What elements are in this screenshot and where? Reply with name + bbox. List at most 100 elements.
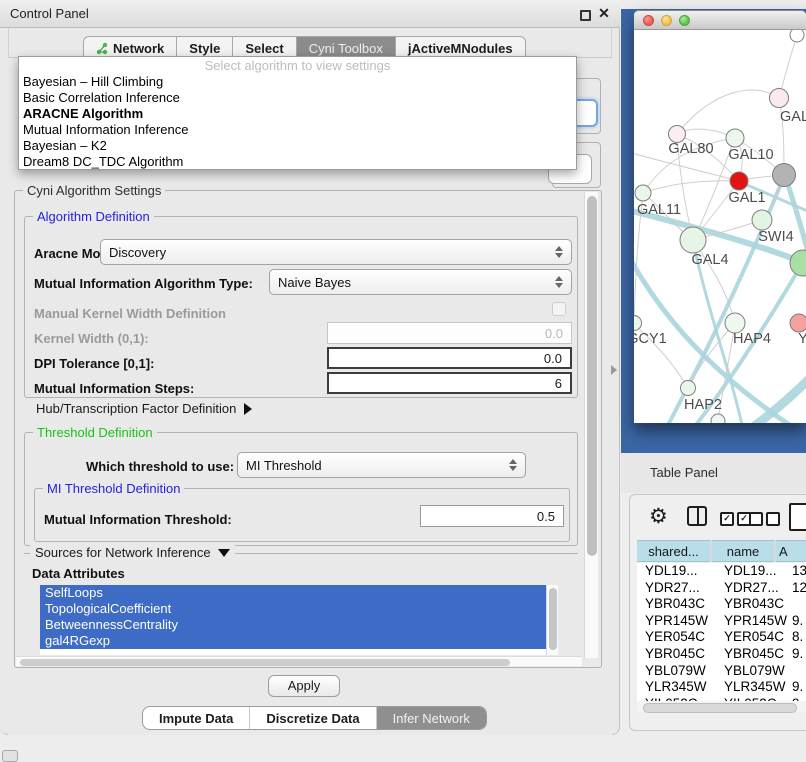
table-header-row: shared...nameA: [637, 540, 806, 562]
table-cell: YBR043C: [720, 596, 788, 613]
zoom-traffic-light[interactable]: [679, 15, 690, 26]
settings-hscrollbar-thumb[interactable]: [20, 659, 510, 666]
table-cell: 9.: [788, 613, 806, 630]
attribute-list-item[interactable]: gal4RGexp: [40, 633, 546, 649]
group-title: Cyni Algorithm Settings: [23, 183, 165, 198]
select-all-checkboxes-icon[interactable]: ✓ ✓: [720, 512, 751, 526]
network-node[interactable]: [635, 185, 651, 201]
dropdown-item[interactable]: ARACNE Algorithm: [19, 106, 576, 122]
network-icon: [96, 42, 108, 55]
table-row[interactable]: YBR043CYBR043C: [637, 596, 806, 613]
which-threshold-select[interactable]: MI Threshold: [237, 452, 526, 478]
panel-splitter-arrow[interactable]: [611, 365, 617, 375]
node-label: GAL10: [728, 147, 773, 163]
document-icon[interactable]: [789, 503, 806, 531]
table-cell: 12: [788, 580, 806, 597]
network-node[interactable]: [681, 381, 696, 396]
kernel-width-label: Kernel Width (0,1):: [34, 331, 149, 346]
aracne-mode-select[interactable]: Discovery: [100, 239, 572, 265]
tab-infer-network[interactable]: Infer Network: [377, 707, 486, 729]
dropdown-item[interactable]: Basic Correlation Inference: [19, 90, 576, 106]
corner-widget-icon[interactable]: [2, 750, 18, 762]
table-hscrollbar-thumb[interactable]: [643, 703, 797, 713]
manual-kernel-width-checkbox[interactable]: [552, 302, 566, 316]
kernel-width-input[interactable]: 0.0: [327, 322, 572, 344]
table-cell: YBL079W: [720, 663, 788, 680]
status-strip: [0, 735, 806, 762]
table-cell: YER054C: [637, 629, 720, 646]
network-node[interactable]: [669, 126, 686, 143]
network-node[interactable]: [790, 30, 804, 42]
tab-discretize-data[interactable]: Discretize Data: [250, 707, 376, 729]
dropdown-item[interactable]: Mutual Information Inference: [19, 122, 576, 138]
network-graph[interactable]: GALGAL80GAL10GAL1GAL11SWI4GAL4GCY1HAP4YH…: [634, 30, 806, 423]
network-window-titlebar[interactable]: [634, 10, 806, 30]
split-columns-icon[interactable]: [687, 506, 707, 526]
table-hscrollbar-track[interactable]: [637, 701, 806, 712]
minimize-traffic-light[interactable]: [661, 15, 672, 26]
settings-scrollbar-thumb[interactable]: [587, 196, 597, 556]
network-view[interactable]: GALGAL80GAL10GAL1GAL11SWI4GAL4GCY1HAP4YH…: [634, 30, 806, 423]
table-row[interactable]: YDR27...YDR27...12: [637, 580, 806, 597]
network-window: GALGAL80GAL10GAL1GAL11SWI4GAL4GCY1HAP4YH…: [634, 10, 806, 423]
network-node[interactable]: [711, 414, 725, 423]
network-node[interactable]: [680, 227, 706, 253]
network-node[interactable]: [773, 164, 796, 187]
network-node[interactable]: [790, 250, 806, 276]
node-label: HAP4: [733, 331, 771, 347]
dropdown-item[interactable]: Bayesian – K2: [19, 138, 576, 154]
attribute-list-item[interactable]: BetweennessCentrality: [40, 617, 546, 633]
dropdown-item[interactable]: Dream8 DC_TDC Algorithm: [19, 154, 576, 170]
tab-impute-data[interactable]: Impute Data: [143, 707, 250, 729]
mi-threshold-label: Mutual Information Threshold:: [44, 512, 232, 527]
close-icon[interactable]: ✕: [596, 5, 612, 23]
dropdown-placeholder: Select algorithm to view settings: [19, 57, 576, 74]
column-header[interactable]: shared...: [637, 540, 710, 562]
tab-label: Network: [113, 41, 164, 56]
network-node[interactable]: [725, 313, 745, 333]
table-row[interactable]: YPR145WYPR145W9.: [637, 613, 806, 630]
attributes-scrollbar-track[interactable]: [546, 585, 558, 655]
network-node[interactable]: [634, 316, 642, 331]
table-cell: 13: [788, 563, 806, 580]
mi-algorithm-type-select[interactable]: Naive Bayes: [269, 269, 572, 295]
column-header[interactable]: name: [712, 540, 774, 562]
network-node[interactable]: [730, 172, 748, 190]
mi-threshold-definition-title: MI Threshold Definition: [43, 481, 184, 496]
table-row[interactable]: YBR045CYBR045C9.: [637, 646, 806, 663]
dropdown-item[interactable]: Bayesian – Hill Climbing: [19, 74, 576, 90]
settings-scrollbar-track[interactable]: [584, 192, 598, 658]
attribute-list-item[interactable]: SelfLoops: [40, 585, 546, 601]
mi-steps-input[interactable]: 6: [327, 372, 572, 394]
algorithm-definition-title: Algorithm Definition: [33, 209, 154, 224]
float-window-icon[interactable]: [580, 10, 591, 21]
cyni-mode-tabbar: Impute DataDiscretize DataInfer Network: [142, 706, 487, 730]
table-row[interactable]: YER054CYER054C8.: [637, 629, 806, 646]
settings-hscrollbar-track[interactable]: [16, 656, 582, 666]
column-header[interactable]: A: [776, 540, 806, 562]
network-node[interactable]: [770, 89, 789, 108]
table-row[interactable]: YLR345WYLR345W9.: [637, 679, 806, 696]
apply-button[interactable]: Apply: [268, 675, 340, 697]
hub-factor-expander[interactable]: Hub/Transcription Factor Definition: [36, 401, 252, 416]
background-strip: [621, 0, 806, 9]
network-node[interactable]: [726, 129, 744, 147]
close-traffic-light[interactable]: [643, 15, 654, 26]
mi-threshold-input[interactable]: 0.5: [420, 505, 564, 527]
attribute-list-item[interactable]: TopologicalCoefficient: [40, 601, 546, 617]
table-row[interactable]: YBL079WYBL079W: [637, 663, 806, 680]
which-threshold-label: Which threshold to use:: [86, 459, 234, 474]
node-label: HAP2: [684, 397, 722, 413]
sources-expander[interactable]: Sources for Network Inference: [30, 545, 235, 560]
data-attributes-list[interactable]: SelfLoopsTopologicalCoefficientBetweenne…: [40, 585, 558, 655]
network-node[interactable]: [752, 210, 772, 230]
table-cell: 9.: [788, 679, 806, 696]
attributes-scrollbar-thumb[interactable]: [549, 588, 557, 650]
network-node[interactable]: [790, 314, 806, 332]
gear-icon[interactable]: ⚙: [649, 504, 668, 529]
table-cell: YDL19...: [637, 563, 720, 580]
table-row[interactable]: YDL19...YDL19...13: [637, 563, 806, 580]
dpi-tolerance-input[interactable]: 0.0: [327, 347, 572, 369]
deselect-checkboxes-icon[interactable]: [749, 512, 780, 526]
table-cell: YER054C: [720, 629, 788, 646]
